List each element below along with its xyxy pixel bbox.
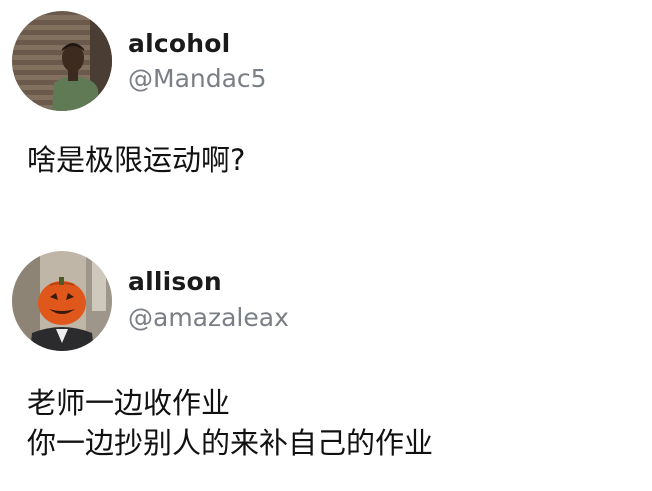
user-handle[interactable]: @amazaleax [128, 303, 289, 332]
avatar[interactable] [12, 11, 112, 111]
person-photo-avatar-icon [12, 11, 112, 111]
post-body: 啥是极限运动啊? [27, 140, 245, 180]
user-handle[interactable]: @Mandac5 [128, 64, 267, 93]
avatar[interactable] [12, 251, 112, 351]
display-name[interactable]: alcohol [128, 29, 230, 58]
post-alcohol: alcohol @Mandac5 啥是极限运动啊? [0, 0, 652, 240]
post-body-line: 你一边抄别人的来补自己的作业 [27, 426, 434, 460]
post-body: 老师一边收作业 你一边抄别人的来补自己的作业 [27, 383, 433, 463]
display-name[interactable]: allison [128, 267, 222, 296]
post-body-line: 老师一边收作业 [27, 386, 231, 420]
post-allison: allison @amazaleax 老师一边收作业 你一边抄别人的来补自己的作… [0, 240, 652, 491]
post-body-line: 啥是极限运动啊? [27, 143, 246, 177]
pumpkin-head-photo-avatar-icon [12, 251, 112, 351]
